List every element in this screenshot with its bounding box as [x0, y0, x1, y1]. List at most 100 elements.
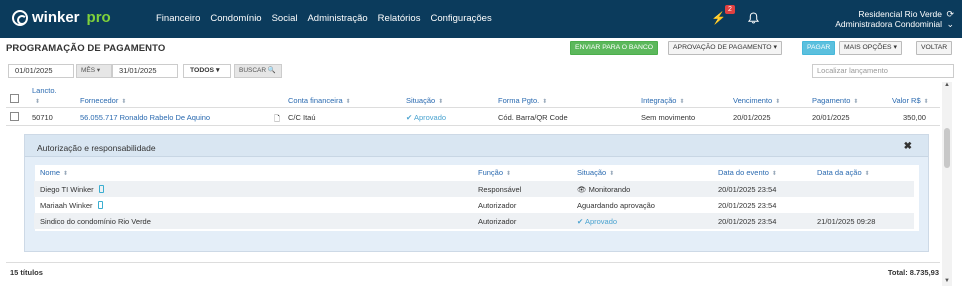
col-pagamento-label: Pagamento [812, 96, 851, 105]
col-integracao[interactable]: Integração ⬍ [641, 96, 684, 105]
sort-icon: ⬍ [853, 99, 859, 105]
menu-relatorios[interactable]: Relatórios [378, 13, 421, 24]
cell-pagamento: 20/01/2025 [812, 113, 850, 122]
send-to-bank-button[interactable]: ENVIAR PARA O BANCO [570, 41, 659, 55]
chevron-down-icon[interactable]: ⌄ [946, 19, 954, 29]
condo-selector[interactable]: Residencial Rio Verde Administradora Con… [835, 9, 942, 29]
sort-icon: ⬍ [775, 99, 781, 105]
panel-cell-nome: Sindico do condomínio Rio Verde [40, 217, 151, 226]
panel-col-data-acao-label: Data da ação [817, 168, 862, 177]
panel-col-funcao-label: Função [478, 168, 504, 177]
col-lancto[interactable]: Lancto. [32, 86, 57, 95]
condo-switch-controls[interactable]: ⟳ ⌄ [946, 9, 954, 29]
menu-condominio[interactable]: Condomínio [210, 13, 261, 24]
check-icon: ✔ [577, 217, 584, 226]
panel-col-data-acao[interactable]: Data da ação ⬍ [817, 168, 870, 177]
caret-down-icon: ▾ [96, 67, 101, 74]
search-icon: 🔍 [267, 67, 276, 74]
sort-icon: ⬍ [438, 99, 444, 105]
bell-icon[interactable] [748, 12, 759, 24]
cell-valor: 350,00 [903, 113, 926, 122]
panel-col-nome[interactable]: Nome ⬍ [40, 168, 68, 177]
check-icon: ✔ [406, 113, 413, 122]
col-situacao[interactable]: Situação ⬍ [406, 96, 443, 105]
list-item: Sindico do condomínio Rio Verde Autoriza… [34, 213, 914, 229]
vertical-scrollbar[interactable]: ▲ ▼ [942, 82, 952, 286]
search-input[interactable]: Localizar lançamento [812, 64, 954, 78]
panel-col-funcao[interactable]: Função ⬍ [478, 168, 511, 177]
col-pagamento[interactable]: Pagamento ⬍ [812, 96, 858, 105]
col-lancto-sort[interactable]: ⬍ [32, 96, 40, 105]
panel-cell-data-evento: 20/01/2025 23:54 [718, 217, 777, 226]
refresh-icon[interactable]: ⟳ [946, 9, 954, 19]
cell-situacao: ✔ Aprovado [406, 113, 446, 122]
scroll-up-icon[interactable]: ▲ [944, 82, 950, 88]
payment-approval-label: APROVAÇÃO DE PAGAMENTO [673, 44, 772, 51]
date-from-field[interactable]: 01/01/2025 [8, 64, 74, 78]
col-forma[interactable]: Forma Pgto. ⬍ [498, 96, 547, 105]
total-value: Total: 8.735,93 [887, 268, 939, 277]
panel-cell-nome-label: Mariaah Winker [40, 201, 93, 210]
scrollbar-thumb[interactable] [944, 128, 950, 168]
col-valor[interactable]: Valor R$ ⬍ [892, 96, 929, 105]
payment-approval-dropdown[interactable]: APROVAÇÃO DE PAGAMENTO ▾ [668, 41, 782, 55]
records-count: 15 títulos [10, 268, 43, 277]
panel-col-nome-label: Nome [40, 168, 61, 177]
page-title: PROGRAMAÇÃO DE PAGAMENTO [6, 43, 166, 54]
menu-financeiro[interactable]: Financeiro [156, 13, 200, 24]
cell-integracao: Sem movimento [641, 113, 696, 122]
menu-configuracoes[interactable]: Configurações [430, 13, 491, 24]
panel-cell-nome-label: Diego TI Winker [40, 185, 94, 194]
col-vencimento[interactable]: Vencimento ⬍ [733, 96, 780, 105]
panel-cell-funcao: Autorizador [478, 201, 517, 210]
date-to-field[interactable]: 31/01/2025 [112, 64, 178, 78]
list-item: Mariaah Winker Autorizador Aguardando ap… [34, 197, 914, 213]
cell-fornecedor[interactable]: 56.055.717 Ronaldo Rabelo De Aquino [80, 113, 210, 122]
condo-role: Administradora Condominial [835, 19, 942, 29]
lightning-icon[interactable]: ⚡ [711, 11, 726, 25]
sort-icon: ⬍ [679, 99, 685, 105]
col-conta[interactable]: Conta financeira ⬍ [288, 96, 351, 105]
main-menu: Financeiro Condomínio Social Administraç… [156, 13, 502, 24]
row-checkbox[interactable] [10, 112, 19, 121]
panel-cell-situacao: Aguardando aprovação [577, 201, 655, 210]
row-divider [6, 125, 940, 126]
search-button[interactable]: BUSCAR 🔍 [234, 64, 282, 78]
brand-suffix: pro [86, 9, 111, 26]
pay-button[interactable]: PAGAR [802, 41, 836, 55]
brand-name: winker [32, 9, 80, 26]
select-all-checkbox[interactable] [10, 94, 19, 103]
winker-logo-icon [12, 9, 28, 26]
scroll-down-icon[interactable]: ▼ [944, 278, 950, 284]
menu-social[interactable]: Social [272, 13, 298, 24]
sort-icon: ⬍ [609, 171, 615, 177]
panel-title: Autorização e responsabilidade [37, 143, 156, 153]
col-fornecedor-label: Fornecedor [80, 96, 119, 105]
period-select[interactable]: MÊS ▾ [76, 64, 112, 78]
mobile-icon [98, 185, 104, 193]
back-button[interactable]: VOLTAR [916, 41, 953, 55]
col-fornecedor[interactable]: Fornecedor ⬍ [80, 96, 126, 105]
close-icon[interactable]: ✖ [904, 141, 912, 152]
col-situacao-label: Situação [406, 96, 436, 105]
cell-lancto: 50710 [32, 113, 53, 122]
footer-divider [6, 262, 940, 263]
col-conta-label: Conta financeira [288, 96, 343, 105]
panel-col-data-evento[interactable]: Data do evento ⬍ [718, 168, 777, 177]
menu-administracao[interactable]: Administração [307, 13, 367, 24]
panel-cell-situacao-label: Aprovado [584, 217, 618, 226]
panel-col-situacao-label: Situação [577, 168, 607, 177]
panel-header: Autorização e responsabilidade ✖ [25, 135, 928, 157]
sort-icon: ⬍ [771, 171, 777, 177]
eye-icon: 👁 [577, 185, 587, 194]
winker-logo[interactable]: winker pro [12, 9, 111, 26]
col-vencimento-label: Vencimento [733, 96, 773, 105]
cell-situacao-label: Aprovado [413, 113, 447, 122]
cell-forma: Cód. Barra/QR Code [498, 113, 568, 122]
sort-icon: ⬍ [345, 99, 351, 105]
more-options-dropdown[interactable]: MAIS OPÇÕES ▾ [839, 41, 902, 55]
panel-col-situacao[interactable]: Situação ⬍ [577, 168, 614, 177]
top-navbar: winker pro Financeiro Condomínio Social A… [0, 0, 962, 38]
panel-cell-nome: Mariaah Winker [40, 201, 103, 210]
status-filter-select[interactable]: TODOS ▾ [183, 64, 231, 78]
